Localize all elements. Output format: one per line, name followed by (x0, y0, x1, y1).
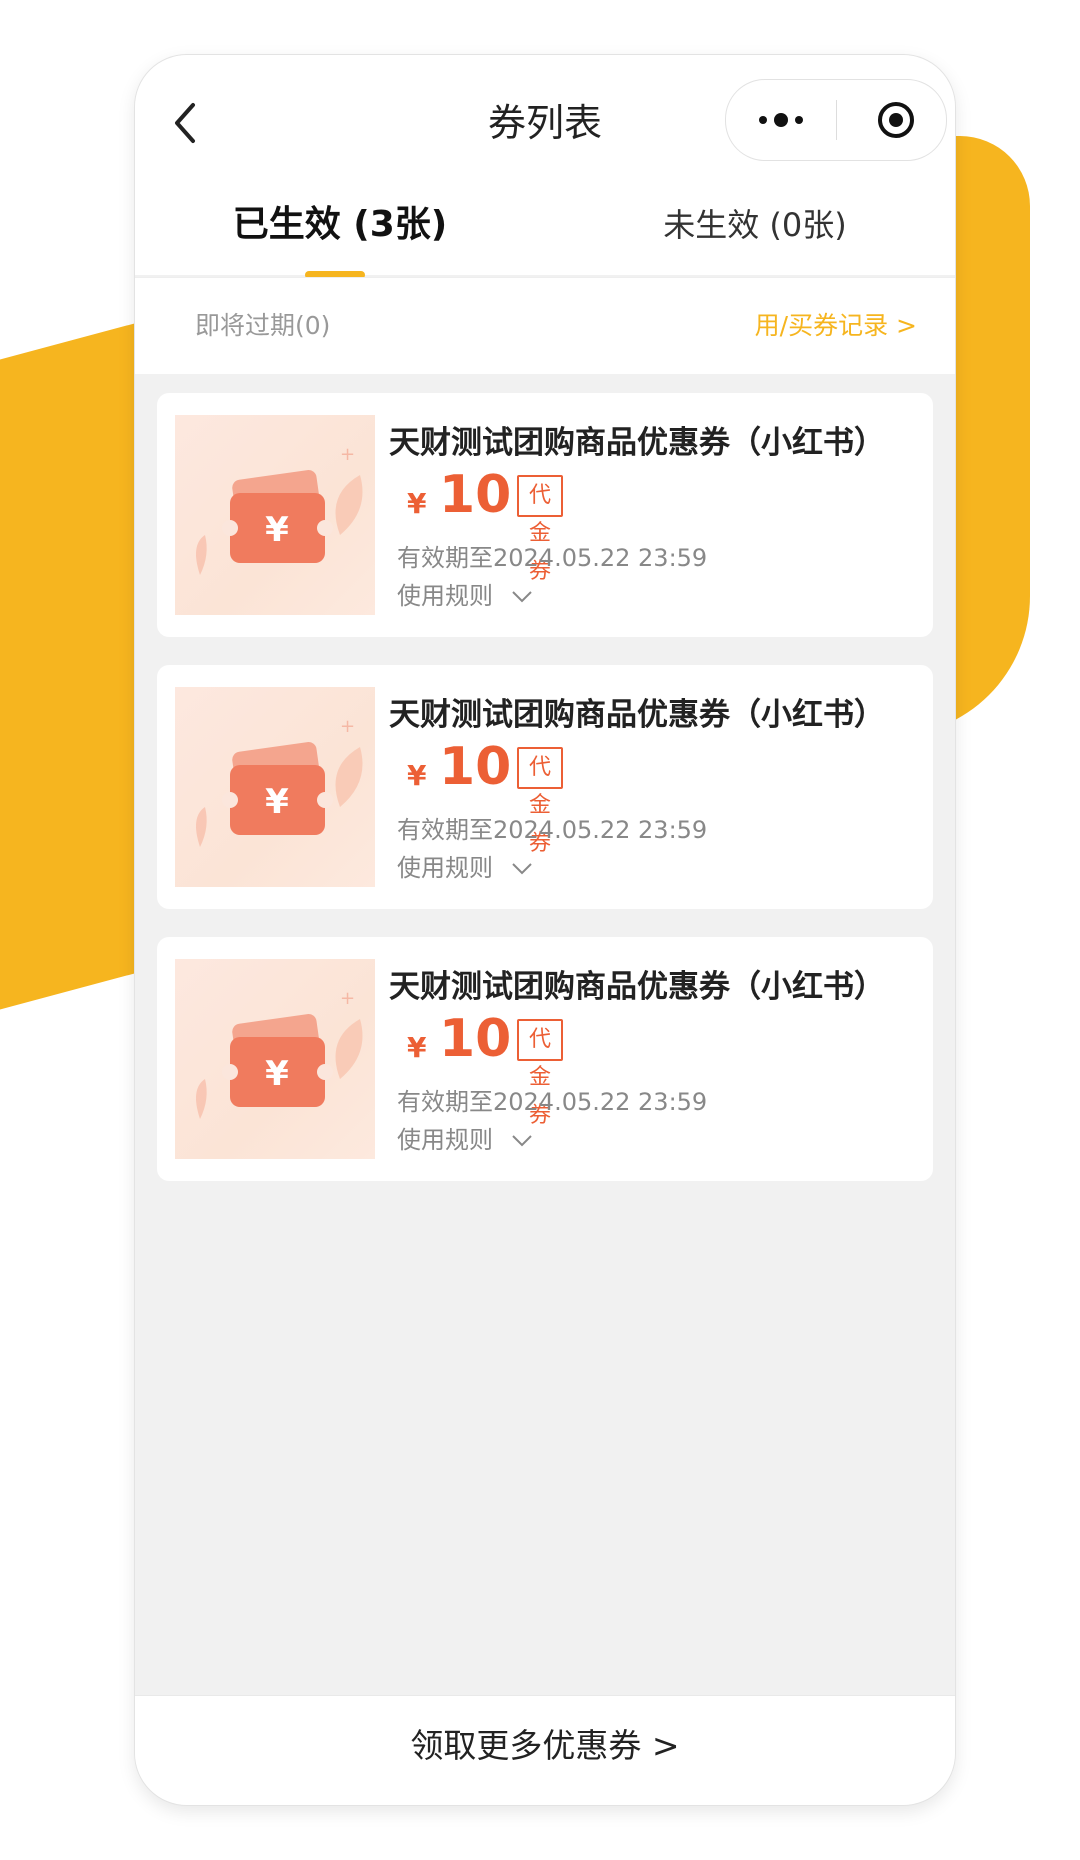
svg-text:+: + (340, 444, 355, 465)
svg-text:¥: ¥ (265, 510, 289, 550)
capsule-divider (836, 100, 837, 140)
coupon-amount: 10 (439, 1009, 512, 1069)
usage-rules-label: 使用规则 (397, 854, 493, 882)
close-miniprogram-button[interactable] (876, 100, 916, 140)
tab-active[interactable]: 已生效 (3张) (190, 185, 490, 275)
usage-rules-toggle[interactable]: 使用规则 (397, 848, 533, 883)
coupon-name: 天财测试团购商品优惠券（小红书） (389, 969, 885, 1005)
coupon-type-badge: 代金券 (517, 1019, 564, 1128)
chevron-left-icon (175, 103, 195, 143)
page-title: 券列表 (487, 101, 602, 145)
back-button[interactable] (155, 91, 215, 155)
get-more-coupons-button[interactable]: 领取更多优惠券 > (135, 1696, 955, 1805)
tab-inactive[interactable]: 未生效 (0张) (635, 185, 875, 275)
coupon-name: 天财测试团购商品优惠券（小红书） (389, 697, 885, 733)
coupon-validity: 有效期至2024.05.22 23:59 (397, 1088, 708, 1116)
mini-program-capsule (725, 79, 947, 161)
coupon-card[interactable]: ¥ + 天财测试团购商品优惠券（小红书） ¥ 10 代金券 有效期至2024.0… (157, 393, 933, 637)
coupon-card[interactable]: ¥ + 天财测试团购商品优惠券（小红书） ¥ 10 代金券 有效期至2024.0… (157, 665, 933, 909)
coupon-wallet-icon: ¥ + (196, 988, 363, 1119)
coupon-type-badge: 代金券 (517, 475, 564, 584)
chevron-down-icon (511, 1135, 532, 1147)
filter-bar: 即将过期(0) 用/买券记录 > (135, 277, 955, 374)
bottom-bar: 领取更多优惠券 > (135, 1695, 955, 1805)
currency-symbol: ¥ (407, 759, 427, 792)
coupon-amount: 10 (439, 737, 512, 797)
svg-text:+: + (340, 988, 355, 1009)
expiring-soon-label[interactable]: 即将过期(0) (195, 278, 330, 374)
usage-records-link[interactable]: 用/买券记录 > (755, 278, 917, 374)
coupon-validity: 有效期至2024.05.22 23:59 (397, 544, 708, 572)
usage-rules-label: 使用规则 (397, 582, 493, 610)
more-options-button[interactable] (726, 80, 836, 160)
usage-rules-toggle[interactable]: 使用规则 (397, 576, 533, 611)
svg-text:¥: ¥ (265, 782, 289, 822)
coupon-thumbnail: ¥ + (175, 687, 375, 887)
currency-symbol: ¥ (407, 487, 427, 520)
coupon-thumbnail: ¥ + (175, 415, 375, 615)
chevron-down-icon (511, 591, 532, 603)
target-icon (878, 102, 914, 138)
coupon-thumbnail: ¥ + (175, 959, 375, 1159)
coupon-validity: 有效期至2024.05.22 23:59 (397, 816, 708, 844)
usage-rules-label: 使用规则 (397, 1126, 493, 1154)
coupon-wallet-icon: ¥ + (196, 444, 363, 575)
currency-symbol: ¥ (407, 1031, 427, 1064)
coupon-amount: 10 (439, 465, 512, 525)
coupon-type-badge: 代金券 (517, 747, 564, 856)
top-bar: 券列表 已生效 (3张) 未生效 (0张) (135, 55, 955, 279)
coupon-card[interactable]: ¥ + 天财测试团购商品优惠券（小红书） ¥ 10 代金券 有效期至2024.0… (157, 937, 933, 1181)
svg-text:+: + (340, 716, 355, 737)
chevron-down-icon (511, 863, 532, 875)
phone-screen: 券列表 已生效 (3张) 未生效 (0张) 即将过期(0) 用/买券记录 > ¥… (135, 55, 955, 1805)
stage: 券列表 已生效 (3张) 未生效 (0张) 即将过期(0) 用/买券记录 > ¥… (0, 0, 1080, 1860)
more-dots-icon (759, 113, 803, 127)
coupon-tabs: 已生效 (3张) 未生效 (0张) (135, 185, 955, 279)
coupon-name: 天财测试团购商品优惠券（小红书） (389, 425, 885, 461)
svg-text:¥: ¥ (265, 1054, 289, 1094)
coupon-wallet-icon: ¥ + (196, 716, 363, 847)
usage-rules-toggle[interactable]: 使用规则 (397, 1120, 533, 1155)
